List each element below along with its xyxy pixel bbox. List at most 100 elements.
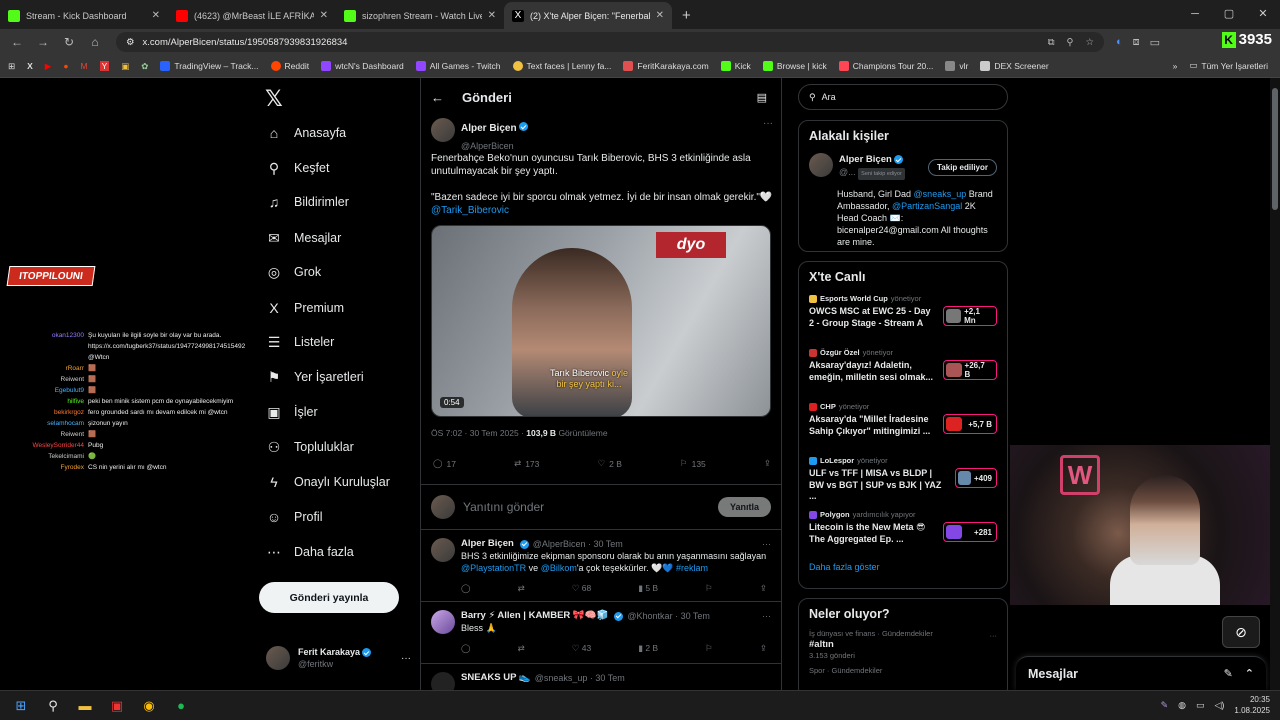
back-icon[interactable]: ← [6, 35, 28, 49]
reddit-bookmark-icon[interactable]: ● [63, 61, 68, 71]
trend-item[interactable]: İş dünyası ve finans · Gündemdekiler #al… [799, 627, 1007, 664]
avatar[interactable] [431, 538, 455, 562]
reply-button[interactable]: Yanıtla [717, 497, 771, 517]
chrome-icon[interactable]: ◉ [140, 697, 158, 715]
avatar[interactable] [431, 672, 455, 690]
nav-verified-orgs[interactable]: ϟ Onaylı Kuruluşlar [266, 474, 390, 490]
following-button[interactable]: Takip ediliyor [928, 159, 997, 176]
bookmark-feritkarakaya[interactable]: FeritKarakaya.com [623, 61, 709, 71]
network-icon[interactable]: ▭ [1196, 700, 1205, 711]
scrollbar-thumb[interactable] [1272, 88, 1278, 210]
star-icon[interactable]: ☆ [1085, 37, 1094, 48]
nav-grok[interactable]: ◎ Grok [266, 264, 321, 280]
reader-view-icon[interactable]: ▤ [757, 91, 767, 104]
like-action[interactable]: ♡ 68 [572, 582, 591, 594]
live-item[interactable]: Polygon yardımcılık yapıyor Litecoin is t… [799, 506, 1007, 560]
grok-float-icon[interactable]: ⊘ [1222, 616, 1260, 648]
reply-item[interactable]: SNEAKS UP 👟 @sneaks_up · 30 Tem [421, 666, 781, 690]
nav-notifications[interactable]: ♫ Bildirimler [266, 194, 349, 210]
reply-author[interactable]: SNEAKS UP 👟 [461, 672, 531, 684]
page-scrollbar[interactable] [1270, 78, 1280, 690]
steam-icon[interactable]: ◍ [1178, 700, 1186, 711]
live-item[interactable]: Özgür Özel yönetiyor Aksaray'dayız! Adale… [799, 344, 1007, 398]
new-tab-button[interactable]: + [672, 7, 701, 29]
search-input[interactable]: ⚲ Ara [798, 84, 1008, 110]
reply-input[interactable]: Yanıtını gönder [463, 500, 544, 514]
tab-youtube[interactable]: (4623) @MrBeast İLE AFRİKA'D ✕ [168, 2, 336, 29]
repost-icon[interactable]: ⇄ [518, 642, 525, 654]
misc2-bookmark-icon[interactable]: ✿ [141, 61, 148, 72]
close-icon[interactable]: ✕ [320, 10, 328, 21]
share-icon[interactable]: ⇪ [760, 642, 767, 654]
reply-item[interactable]: Barry ⚡ Allen | KAMBER 🎀🧠🧊 @Khontkar · 30… [421, 604, 781, 664]
views-action[interactable]: ▮ 2 B [638, 642, 658, 654]
app-icon[interactable]: ▣ [108, 697, 126, 715]
reply-author[interactable]: Alper Biçen [461, 538, 514, 550]
nav-home[interactable]: ⌂ Anasayfa [266, 125, 346, 141]
clock[interactable]: 20:35 1.08.2025 [1234, 694, 1270, 716]
nav-communities[interactable]: ⚇ Topluluklar [266, 439, 354, 455]
more-icon[interactable]: ··· [401, 653, 411, 664]
puzzle-icon[interactable]: ⧈ [1133, 36, 1140, 49]
repost-icon[interactable]: ⇄ [518, 582, 525, 594]
bookmark-twitch-games[interactable]: All Games - Twitch [415, 61, 501, 71]
sidebar-icon[interactable]: ▭ [1150, 36, 1160, 49]
trend-item[interactable]: Spor · Gündemdekiler [799, 664, 1007, 679]
spotify-icon[interactable]: ● [172, 697, 190, 715]
bookmark-wtcn-dashboard[interactable]: wtcN's Dashboard [321, 61, 404, 71]
compose-message-icon[interactable]: ✎ [1224, 667, 1233, 680]
install-icon[interactable]: ⧉ [1048, 37, 1055, 48]
author-name[interactable]: Alper Biçen [461, 123, 517, 134]
account-switcher[interactable]: Ferit Karakaya @feritkw ··· [266, 646, 411, 670]
post-time[interactable]: ÖS 7:02 · 30 Tem 2025 · [431, 428, 526, 438]
bookmark-browse-kick[interactable]: Browse | kick [762, 61, 827, 71]
reply-icon[interactable]: ◯ [461, 642, 471, 654]
bookmark-icon[interactable]: ⚐ [705, 642, 713, 654]
misc-bookmark-icon[interactable]: ▣ [121, 61, 129, 72]
bookmark-lenny[interactable]: Text faces | Lenny fa... [512, 61, 611, 71]
avatar[interactable] [431, 118, 455, 142]
close-window-icon[interactable]: ✕ [1246, 0, 1280, 28]
more-icon[interactable]: ··· [990, 631, 998, 640]
nav-bookmarks[interactable]: ⚑ Yer İşaretleri [266, 369, 364, 385]
avatar[interactable] [809, 153, 833, 177]
show-more-link[interactable]: Daha fazla göster [799, 560, 1007, 582]
x-bookmark-icon[interactable]: X [27, 61, 33, 71]
nav-explore[interactable]: ⚲ Keşfet [266, 160, 330, 176]
mention-link[interactable]: @Tarik_Biberovic [431, 205, 509, 216]
tab-kick-dashboard[interactable]: Stream - Kick Dashboard ✕ [0, 2, 168, 29]
site-info-icon[interactable]: ⚙ [126, 37, 135, 48]
extension-icon[interactable]: ◐ [1116, 36, 1123, 49]
more-icon[interactable]: ··· [763, 118, 773, 129]
like-action[interactable]: ♡ 43 [572, 642, 591, 654]
search-icon[interactable]: ⚲ [44, 697, 62, 715]
bookmark-tradingview[interactable]: TradingView – Track... [160, 61, 259, 71]
post-video[interactable]: dyo Tarık Biberovic öyle bir şey yaptı k… [431, 225, 771, 417]
reply-action[interactable]: ◯ 17 [433, 458, 456, 469]
apps-icon[interactable]: ⊞ [8, 61, 15, 72]
nav-premium[interactable]: X Premium [266, 300, 344, 316]
nav-profile[interactable]: ☺ Profil [266, 509, 323, 525]
more-icon[interactable]: ··· [762, 538, 771, 550]
share-icon[interactable]: ⇪ [760, 582, 767, 594]
chevron-up-icon[interactable]: ⌃ [1245, 667, 1254, 680]
reload-icon[interactable]: ↻ [58, 35, 80, 49]
close-icon[interactable]: ✕ [656, 10, 664, 21]
forward-icon[interactable]: → [32, 35, 54, 49]
reply-author[interactable]: Barry ⚡ Allen | KAMBER 🎀🧠🧊 [461, 610, 608, 622]
tray-icon[interactable]: ✎ [1161, 700, 1169, 711]
reply-item[interactable]: Alper Biçen @AlperBicen · 30 Tem ··· BHS 3… [421, 532, 781, 602]
gmail-bookmark-icon[interactable]: M [80, 61, 87, 71]
views-action[interactable]: ▮ 5 B [638, 582, 658, 594]
mention-link[interactable]: @PartizanSangal [892, 201, 962, 211]
close-icon[interactable]: ✕ [488, 10, 496, 21]
close-icon[interactable]: ✕ [152, 10, 160, 21]
nav-jobs[interactable]: ▣ İşler [266, 404, 317, 420]
url-input[interactable]: ⚙ x.com/AlperBicen/status/19505879398319… [116, 32, 1104, 52]
reply-icon[interactable]: ◯ [461, 582, 471, 594]
bookmark-dex-screener[interactable]: DEX Screener [980, 61, 1049, 71]
all-bookmarks-folder[interactable]: ▭ Tüm Yer İşaretleri [1189, 60, 1268, 71]
live-item[interactable]: CHP yönetiyor Aksaray'da "Millet İradesin… [799, 398, 1007, 452]
bookmark-reddit[interactable]: Reddit [270, 61, 309, 71]
bookmark-icon[interactable]: ⚐ [705, 582, 713, 594]
